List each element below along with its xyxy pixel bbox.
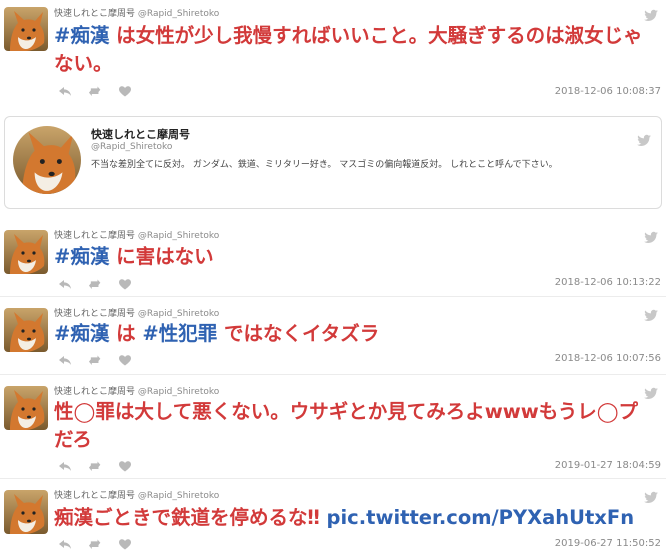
tweet: 快速しれとこ摩周号 @Rapid_Shiretoko #痴漢 に害はない 201…: [0, 222, 666, 294]
avatar[interactable]: [4, 230, 48, 274]
profile-handle: @Rapid_Shiretoko: [91, 142, 173, 152]
tweet-text-segment: は: [109, 322, 143, 345]
tweet-text-segment: ではなくイタズラ: [217, 322, 380, 345]
twitter-bird-icon[interactable]: [637, 131, 651, 146]
tweet-text: 性◯罪は大して悪くない。ウサギとか見てみろよwwwもうレ◯プだろ: [54, 398, 652, 454]
display-name: 快速しれとこ摩周号: [54, 309, 136, 319]
reply-icon[interactable]: [58, 85, 72, 97]
timestamp[interactable]: 2019-06-27 11:50:52: [555, 538, 661, 549]
tweet-actions: [58, 278, 132, 290]
twitter-bird-icon[interactable]: [644, 384, 658, 399]
tweet: 快速しれとこ摩周号 @Rapid_Shiretoko #痴漢 は女性が少し我慢す…: [0, 0, 666, 104]
hashtag-link[interactable]: #痴漢: [54, 322, 109, 345]
timestamp[interactable]: 2019-01-27 18:04:59: [555, 460, 661, 471]
retweet-icon[interactable]: [88, 460, 102, 472]
tweet-actions: [58, 460, 132, 472]
retweet-icon[interactable]: [88, 354, 102, 366]
heart-icon[interactable]: [118, 460, 132, 472]
display-name: 快速しれとこ摩周号: [54, 387, 136, 397]
profile-card[interactable]: 快速しれとこ摩周号 @Rapid_Shiretoko 不当な差別全てに反対。 ガ…: [4, 116, 662, 209]
fox-avatar-image: [13, 126, 81, 194]
reply-icon[interactable]: [58, 538, 72, 550]
tweet-author[interactable]: 快速しれとこ摩周号 @Rapid_Shiretoko: [54, 6, 219, 19]
tweet-text-segment: は女性が少し我慢すればいいこと。大騒ぎするのは淑女じゃない。: [54, 24, 643, 75]
twitter-bird-icon[interactable]: [644, 306, 658, 321]
handle: @Rapid_Shiretoko: [137, 491, 220, 501]
tweet-author[interactable]: 快速しれとこ摩周号 @Rapid_Shiretoko: [54, 384, 219, 397]
twitter-bird-icon[interactable]: [644, 6, 658, 21]
tweet-author[interactable]: 快速しれとこ摩周号 @Rapid_Shiretoko: [54, 228, 219, 241]
retweet-icon[interactable]: [88, 278, 102, 290]
fox-avatar-image: [4, 386, 48, 430]
avatar[interactable]: [4, 308, 48, 352]
hashtag-link[interactable]: #痴漢: [54, 245, 109, 268]
avatar[interactable]: [4, 490, 48, 534]
hashtag-link[interactable]: pic.twitter.com/PYXahUtxFn: [327, 506, 635, 529]
tweet-text-segment: に害はない: [109, 245, 214, 268]
timestamp[interactable]: 2018-12-06 10:08:37: [555, 86, 661, 97]
reply-icon[interactable]: [58, 354, 72, 366]
retweet-icon[interactable]: [88, 85, 102, 97]
avatar[interactable]: [4, 386, 48, 430]
timestamp[interactable]: 2018-12-06 10:07:56: [555, 353, 661, 364]
handle: @Rapid_Shiretoko: [137, 9, 220, 19]
tweet-actions: [58, 538, 132, 550]
fox-avatar-image: [4, 490, 48, 534]
tweet: 快速しれとこ摩周号 @Rapid_Shiretoko #痴漢 は #性犯罪 では…: [0, 300, 666, 374]
hashtag-link[interactable]: #性犯罪: [142, 322, 217, 345]
heart-icon[interactable]: [118, 85, 132, 97]
tweet-text: #痴漢 は女性が少し我慢すればいいこと。大騒ぎするのは淑女じゃない。: [54, 22, 652, 78]
timestamp[interactable]: 2018-12-06 10:13:22: [555, 277, 661, 288]
profile-display-name: 快速しれとこ摩周号: [91, 128, 190, 141]
fox-avatar-image: [4, 7, 48, 51]
tweet-text: #痴漢 は #性犯罪 ではなくイタズラ: [54, 320, 652, 348]
display-name: 快速しれとこ摩周号: [54, 491, 136, 501]
tweet-text-segment: 痴漢ごときで鉄道を停めるな‼: [54, 506, 327, 529]
fox-avatar-image: [4, 308, 48, 352]
avatar[interactable]: [4, 7, 48, 51]
handle: @Rapid_Shiretoko: [137, 231, 220, 241]
divider: [0, 374, 666, 375]
tweet-text: 痴漢ごときで鉄道を停めるな‼ pic.twitter.com/PYXahUtxF…: [54, 504, 652, 532]
hashtag-link[interactable]: #痴漢: [54, 24, 109, 47]
display-name: 快速しれとこ摩周号: [54, 231, 136, 241]
tweet-author[interactable]: 快速しれとこ摩周号 @Rapid_Shiretoko: [54, 306, 219, 319]
tweet: 快速しれとこ摩周号 @Rapid_Shiretoko 痴漢ごときで鉄道を停めるな…: [0, 482, 666, 551]
tweet-text-segment: 性◯罪は大して悪くない。ウサギとか見てみろよwwwもうレ◯プだろ: [54, 400, 639, 451]
reply-icon[interactable]: [58, 278, 72, 290]
tweet-author[interactable]: 快速しれとこ摩周号 @Rapid_Shiretoko: [54, 488, 219, 501]
tweet-actions: [58, 354, 132, 366]
handle: @Rapid_Shiretoko: [137, 309, 220, 319]
heart-icon[interactable]: [118, 538, 132, 550]
tweet-text: #痴漢 に害はない: [54, 243, 652, 271]
twitter-bird-icon[interactable]: [644, 488, 658, 503]
heart-icon[interactable]: [118, 278, 132, 290]
avatar[interactable]: [13, 126, 81, 194]
fox-avatar-image: [4, 230, 48, 274]
tweet: 快速しれとこ摩周号 @Rapid_Shiretoko 性◯罪は大して悪くない。ウ…: [0, 378, 666, 478]
twitter-bird-icon[interactable]: [644, 228, 658, 243]
tweet-actions: [58, 85, 132, 97]
retweet-icon[interactable]: [88, 538, 102, 550]
display-name: 快速しれとこ摩周号: [54, 9, 136, 19]
heart-icon[interactable]: [118, 354, 132, 366]
divider: [0, 296, 666, 297]
reply-icon[interactable]: [58, 460, 72, 472]
handle: @Rapid_Shiretoko: [137, 387, 220, 397]
profile-bio: 不当な差別全てに反対。 ガンダム、鉄道、ミリタリー好き。 マスゴミの偏向報道反対…: [91, 160, 558, 170]
divider: [0, 478, 666, 479]
